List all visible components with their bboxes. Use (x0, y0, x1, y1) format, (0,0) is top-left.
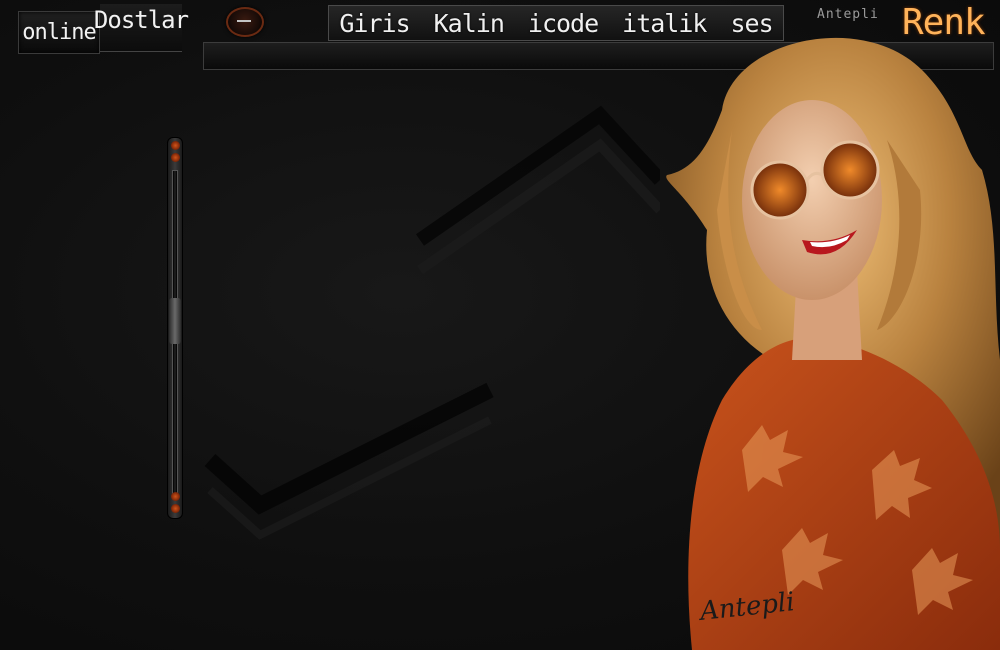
menu-item-giris[interactable]: Giris (339, 9, 410, 38)
scroll-down-dot-2[interactable] (171, 504, 180, 513)
tab-friends[interactable]: Dostlar (94, 4, 189, 52)
menu-item-icode[interactable]: icode (528, 9, 599, 38)
menu-item-bold[interactable]: Kalin (434, 9, 505, 38)
power-button[interactable] (226, 7, 264, 37)
brand-label: Antepli (817, 7, 879, 22)
scroll-up-dot[interactable] (171, 141, 180, 150)
scroll-up-dot-2[interactable] (171, 153, 180, 162)
scroll-down-dot[interactable] (171, 492, 180, 501)
vertical-scrollbar[interactable] (167, 137, 183, 519)
minus-icon (237, 20, 251, 22)
scroll-thumb[interactable] (169, 298, 181, 344)
woman-photo (666, 37, 1000, 650)
tab-online[interactable]: online (18, 11, 100, 54)
chevron-decoration (204, 105, 660, 540)
